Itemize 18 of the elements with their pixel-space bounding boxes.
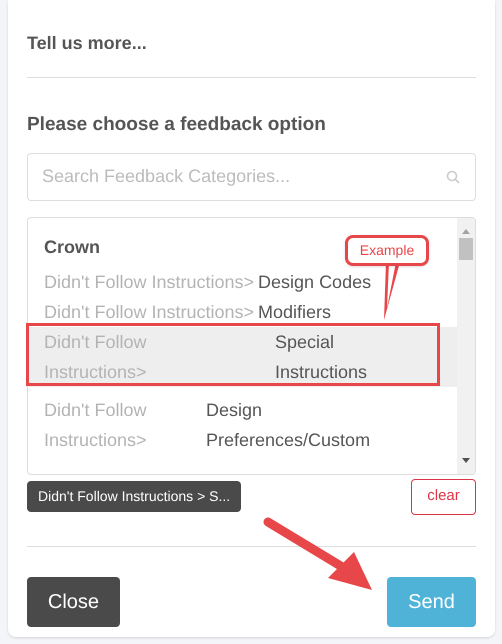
- search-icon: [446, 170, 460, 184]
- list-item[interactable]: Didn't Follow Instructions> Special Instructions: [28, 326, 457, 386]
- clear-button[interactable]: clear: [411, 478, 476, 514]
- group-heading: Crown: [44, 236, 100, 258]
- dialog-title: Tell us more...: [27, 32, 148, 55]
- section-heading: Please choose a feedback option: [27, 113, 327, 137]
- category-prefix: Didn't Follow Instructions>: [44, 330, 148, 384]
- category-prefix: Didn't Follow Instructions>: [44, 270, 254, 294]
- callout-label: Example: [345, 235, 429, 266]
- close-button[interactable]: Close: [27, 576, 120, 626]
- category-prefix: Didn't Follow Instructions>: [44, 398, 148, 452]
- selected-chip: Didn't Follow Instructions > S...: [27, 480, 242, 512]
- category-name: Design Codes: [258, 270, 372, 294]
- search-field[interactable]: Search Feedback Categories...: [27, 152, 476, 200]
- category-name: Design Preferences/Custom: [206, 398, 372, 452]
- category-name: Special Instructions: [275, 330, 368, 384]
- category-prefix: Didn't Follow Instructions>: [44, 300, 254, 324]
- category-name: Modifiers: [258, 300, 332, 324]
